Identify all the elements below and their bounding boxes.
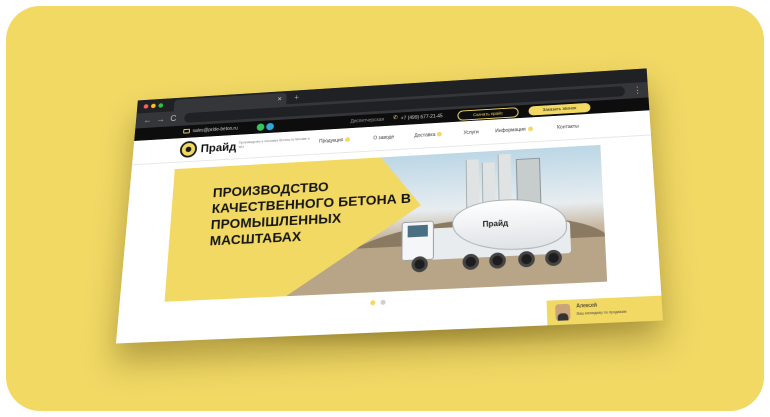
manager-chat-widget[interactable]: Алексей Ваш менеджер по продажам	[546, 295, 664, 326]
minimize-window-icon[interactable]	[150, 103, 156, 109]
main-nav: Продукция О заводе Доставка Услуги Инфор…	[319, 124, 579, 154]
phone-icon: ✆	[393, 115, 398, 122]
whatsapp-icon[interactable]	[256, 123, 265, 131]
slider-dot[interactable]	[380, 299, 386, 305]
truck-window	[407, 224, 428, 238]
logo-subtitle: Производство и поставка бетона по Москве…	[238, 136, 310, 150]
chevron-down-icon	[345, 137, 351, 143]
lion-logo-icon[interactable]	[179, 140, 198, 158]
nav-item-services[interactable]: Услуги	[463, 120, 478, 145]
avatar	[555, 303, 571, 321]
slider-pagination	[370, 299, 391, 306]
nav-item-contacts[interactable]: Контакты	[557, 115, 580, 140]
tab-close-icon[interactable]: ×	[277, 93, 282, 105]
close-window-icon[interactable]	[143, 104, 149, 109]
browser-window: × + ← → C ⋮ sales@pride-beton.ru Диспетч…	[115, 68, 664, 344]
maximize-window-icon[interactable]	[158, 103, 164, 108]
nav-item-about[interactable]: О заводе	[373, 125, 394, 150]
reload-icon[interactable]: C	[170, 113, 177, 125]
logo-text[interactable]: Прайд	[200, 138, 237, 156]
nav-item-products[interactable]: Продукция	[319, 128, 351, 153]
hero-headline: ПРОИЗВОДСТВО КАЧЕСТВЕННОГО БЕТОНА В ПРОМ…	[209, 174, 418, 249]
nav-item-info[interactable]: Информация	[495, 117, 533, 143]
telegram-icon[interactable]	[266, 122, 275, 131]
new-tab-icon[interactable]: +	[294, 92, 299, 104]
drum-logo-text: Прайд	[482, 218, 509, 229]
canvas: × + ← → C ⋮ sales@pride-beton.ru Диспетч…	[0, 0, 770, 417]
manager-role: Ваш менеджер по продажам	[576, 309, 627, 316]
mail-icon	[183, 128, 191, 134]
chevron-down-icon	[527, 126, 533, 132]
perspective-stage: × + ← → C ⋮ sales@pride-beton.ru Диспетч…	[0, 0, 770, 417]
hero-slider[interactable]: ПРОИЗВОДСТВО КАЧЕСТВЕННОГО БЕТОНА В ПРОМ…	[164, 144, 608, 302]
slider-dot-active[interactable]	[370, 300, 376, 306]
back-icon[interactable]: ←	[143, 114, 152, 126]
browser-menu-icon[interactable]: ⋮	[633, 84, 643, 96]
forward-icon[interactable]: →	[156, 114, 165, 126]
nav-item-delivery[interactable]: Доставка	[414, 123, 443, 148]
chevron-down-icon	[437, 131, 443, 137]
